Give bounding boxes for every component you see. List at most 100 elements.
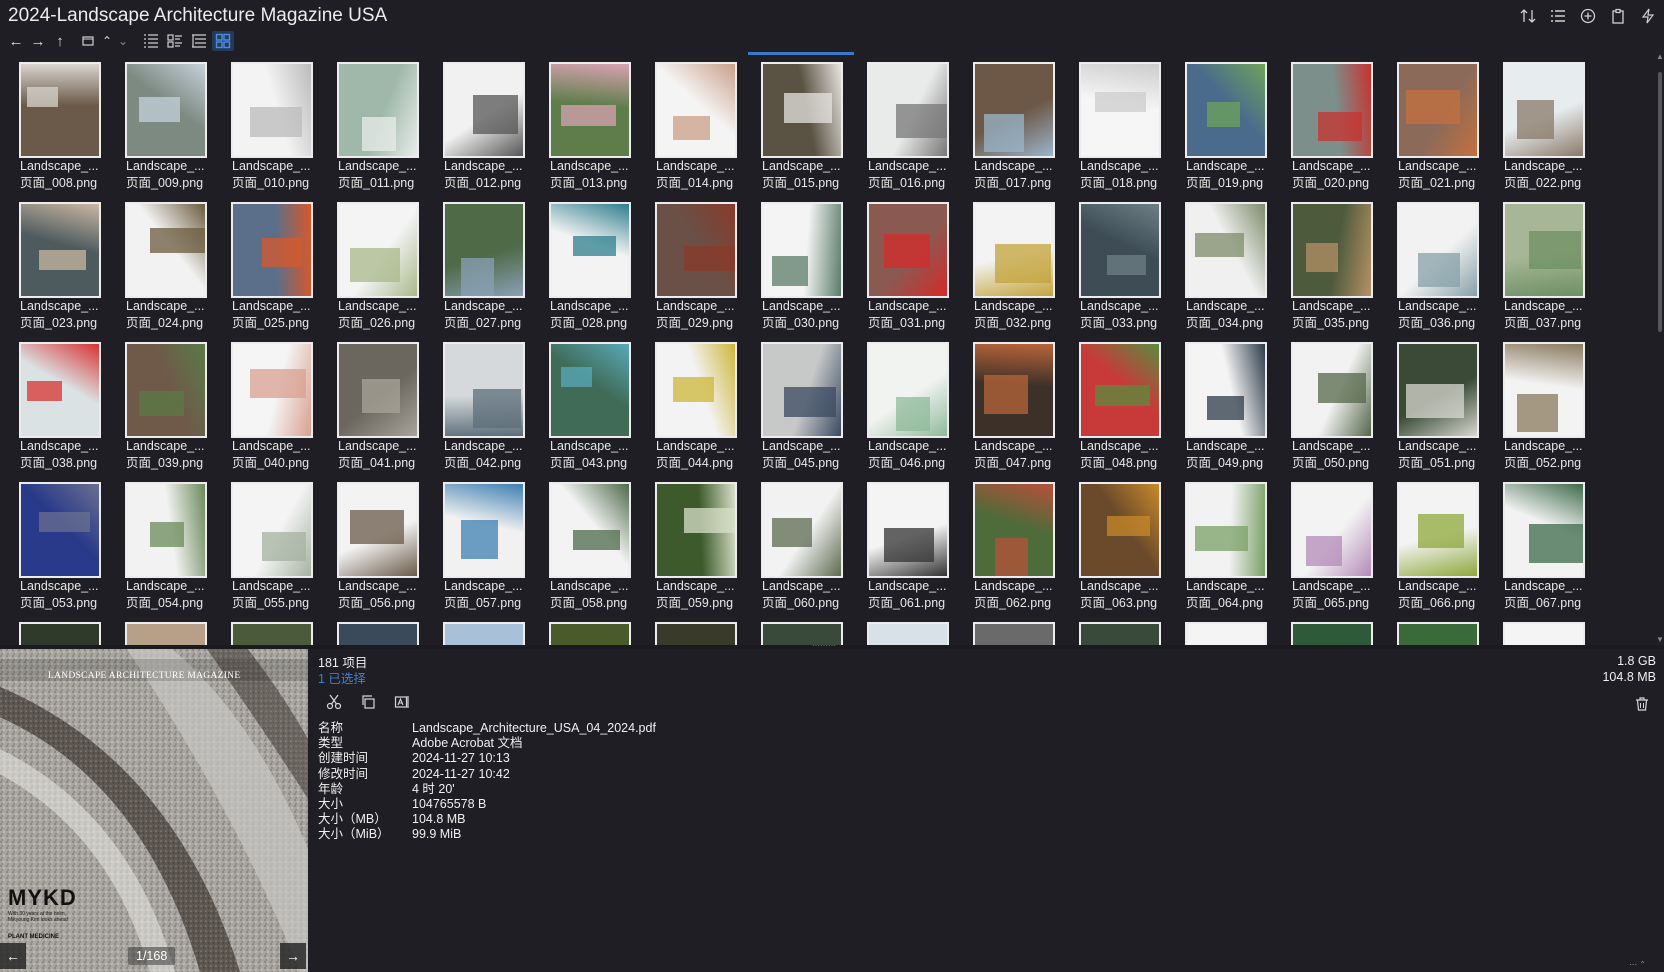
thumbnail-item[interactable]: Landscape_... 页面_010.png	[226, 60, 332, 200]
thumbnail-item[interactable]: Landscape_... 页面_018.png	[1074, 60, 1180, 200]
thumbnail-item[interactable]: Landscape_... 页面_019.png	[1180, 60, 1286, 200]
thumbnail-item[interactable]: Landscape_... 页面_041.png	[332, 340, 438, 480]
rename-button[interactable]	[392, 692, 412, 712]
thumbnail-item[interactable]: Landscape_... 页面_027.png	[438, 200, 544, 340]
thumbnail-item[interactable]: Landscape_... 页面_034.png	[1180, 200, 1286, 340]
thumbnail-item[interactable]: Landscape_... 页面_061.png	[862, 480, 968, 620]
thumbnail-item[interactable]: Landscape_... 页面_029.png	[650, 200, 756, 340]
thumbnail-item[interactable]: Landscape_... 页面_024.png	[120, 200, 226, 340]
list-details-icon[interactable]	[1548, 6, 1568, 26]
thumbnail-item[interactable]: Landscape_... 页面_036.png	[1392, 200, 1498, 340]
thumbnail-item[interactable]: Landscape_... 页面_028.png	[544, 200, 650, 340]
expand-up-button[interactable]: ⌃	[100, 31, 114, 51]
thumbnail-item[interactable]: Landscape_... 页面_048.png	[1074, 340, 1180, 480]
thumbnail-item-partial[interactable]	[650, 620, 756, 645]
thumbnail-item[interactable]: Landscape_... 页面_017.png	[968, 60, 1074, 200]
up-button[interactable]: ↑	[50, 31, 70, 51]
thumbnail-item[interactable]: Landscape_... 页面_031.png	[862, 200, 968, 340]
vertical-scrollbar[interactable]: ▲ ▼	[1656, 52, 1664, 645]
thumbnail-item[interactable]: Landscape_... 页面_065.png	[1286, 480, 1392, 620]
preview-previous-button[interactable]: ←	[0, 943, 26, 969]
thumbnail-item[interactable]: Landscape_... 页面_016.png	[862, 60, 968, 200]
thumbnail-item-partial[interactable]	[438, 620, 544, 645]
copy-button[interactable]	[358, 692, 378, 712]
thumbnail-item[interactable]: Landscape_... 页面_045.png	[756, 340, 862, 480]
thumbnail-item-partial[interactable]	[1498, 620, 1604, 645]
thumbnail-item[interactable]: Landscape_... 页面_054.png	[120, 480, 226, 620]
thumbnail-item-partial[interactable]	[1074, 620, 1180, 645]
view-tree-button[interactable]	[188, 31, 210, 51]
thumbnail-item[interactable]: Landscape_... 页面_020.png	[1286, 60, 1392, 200]
thumbnail-item[interactable]: Landscape_... 页面_023.png	[14, 200, 120, 340]
thumbnail-item-partial[interactable]	[226, 620, 332, 645]
thumbnail-item[interactable]: Landscape_... 页面_012.png	[438, 60, 544, 200]
thumbnail-item[interactable]: Landscape_... 页面_056.png	[332, 480, 438, 620]
thumbnail-item[interactable]: Landscape_... 页面_013.png	[544, 60, 650, 200]
cut-button[interactable]	[324, 692, 344, 712]
thumbnail-item[interactable]: Landscape_... 页面_015.png	[756, 60, 862, 200]
thumbnail-item[interactable]: Landscape_... 页面_044.png	[650, 340, 756, 480]
drive-button[interactable]	[78, 31, 98, 51]
add-circle-icon[interactable]	[1578, 6, 1598, 26]
thumbnail-item[interactable]: Landscape_... 页面_042.png	[438, 340, 544, 480]
thumbnail-item[interactable]: Landscape_... 页面_021.png	[1392, 60, 1498, 200]
thumbnail-item-partial[interactable]	[14, 620, 120, 645]
delete-button[interactable]	[1632, 694, 1652, 714]
thumbnail-item[interactable]: Landscape_... 页面_040.png	[226, 340, 332, 480]
thumbnail-item[interactable]: Landscape_... 页面_046.png	[862, 340, 968, 480]
thumbnail-item-partial[interactable]	[120, 620, 226, 645]
thumbnail-item-partial[interactable]	[862, 620, 968, 645]
thumbnail-item[interactable]: Landscape_... 页面_052.png	[1498, 340, 1604, 480]
thumbnail-item[interactable]: Landscape_... 页面_025.png	[226, 200, 332, 340]
scrollbar-thumb[interactable]	[1658, 72, 1662, 332]
thumbnail-item-partial[interactable]	[1180, 620, 1286, 645]
thumbnail-item[interactable]: Landscape_... 页面_060.png	[756, 480, 862, 620]
thumbnail-item[interactable]: Landscape_... 页面_032.png	[968, 200, 1074, 340]
thumbnail-item[interactable]: Landscape_... 页面_014.png	[650, 60, 756, 200]
preview-next-button[interactable]: →	[280, 943, 306, 969]
thumbnail-item[interactable]: Landscape_... 页面_033.png	[1074, 200, 1180, 340]
thumbnail-item[interactable]: Landscape_... 页面_043.png	[544, 340, 650, 480]
thumbnail-item-partial[interactable]	[332, 620, 438, 645]
thumbnail-item[interactable]: Landscape_... 页面_059.png	[650, 480, 756, 620]
corner-status-icon[interactable]: ⋯ ⌃	[1629, 960, 1646, 969]
thumbnail-item[interactable]: Landscape_... 页面_035.png	[1286, 200, 1392, 340]
thumbnail-item-partial[interactable]	[1392, 620, 1498, 645]
thumbnail-item[interactable]: Landscape_... 页面_053.png	[14, 480, 120, 620]
thumbnail-item[interactable]: Landscape_... 页面_011.png	[332, 60, 438, 200]
view-thumbnails-button[interactable]	[212, 31, 234, 51]
back-button[interactable]: ←	[6, 31, 26, 51]
sort-icon[interactable]	[1518, 6, 1538, 26]
thumbnail-item-partial[interactable]	[756, 620, 862, 645]
scroll-down-icon[interactable]: ▼	[1656, 635, 1664, 645]
thumbnail-item[interactable]: Landscape_... 页面_047.png	[968, 340, 1074, 480]
thumbnail-item[interactable]: Landscape_... 页面_008.png	[14, 60, 120, 200]
thumbnail-item[interactable]: Landscape_... 页面_022.png	[1498, 60, 1604, 200]
thumbnail-item[interactable]: Landscape_... 页面_067.png	[1498, 480, 1604, 620]
view-details-button[interactable]	[140, 31, 162, 51]
thumbnail-item[interactable]: Landscape_... 页面_050.png	[1286, 340, 1392, 480]
thumbnail-item[interactable]: Landscape_... 页面_066.png	[1392, 480, 1498, 620]
view-list-button[interactable]	[164, 31, 186, 51]
thumbnail-item[interactable]: Landscape_... 页面_055.png	[226, 480, 332, 620]
thumbnail-item[interactable]: Landscape_... 页面_026.png	[332, 200, 438, 340]
thumbnail-item[interactable]: Landscape_... 页面_057.png	[438, 480, 544, 620]
thumbnail-item-partial[interactable]	[1286, 620, 1392, 645]
thumbnail-item[interactable]: Landscape_... 页面_062.png	[968, 480, 1074, 620]
thumbnail-item[interactable]: Landscape_... 页面_058.png	[544, 480, 650, 620]
thumbnail-item[interactable]: Landscape_... 页面_049.png	[1180, 340, 1286, 480]
thumbnail-item[interactable]: Landscape_... 页面_039.png	[120, 340, 226, 480]
scroll-up-icon[interactable]: ▲	[1656, 52, 1664, 62]
clipboard-icon[interactable]	[1608, 6, 1628, 26]
thumbnail-item[interactable]: Landscape_... 页面_030.png	[756, 200, 862, 340]
thumbnail-item[interactable]: Landscape_... 页面_009.png	[120, 60, 226, 200]
thumbnail-item[interactable]: Landscape_... 页面_037.png	[1498, 200, 1604, 340]
thumbnail-item[interactable]: Landscape_... 页面_063.png	[1074, 480, 1180, 620]
thumbnail-item-partial[interactable]	[544, 620, 650, 645]
lightning-icon[interactable]	[1638, 6, 1658, 26]
thumbnail-item[interactable]: Landscape_... 页面_038.png	[14, 340, 120, 480]
forward-button[interactable]: →	[28, 31, 48, 51]
thumbnail-item-partial[interactable]	[968, 620, 1074, 645]
thumbnail-item[interactable]: Landscape_... 页面_051.png	[1392, 340, 1498, 480]
selection-count-link[interactable]: 1 已选择	[318, 668, 366, 687]
